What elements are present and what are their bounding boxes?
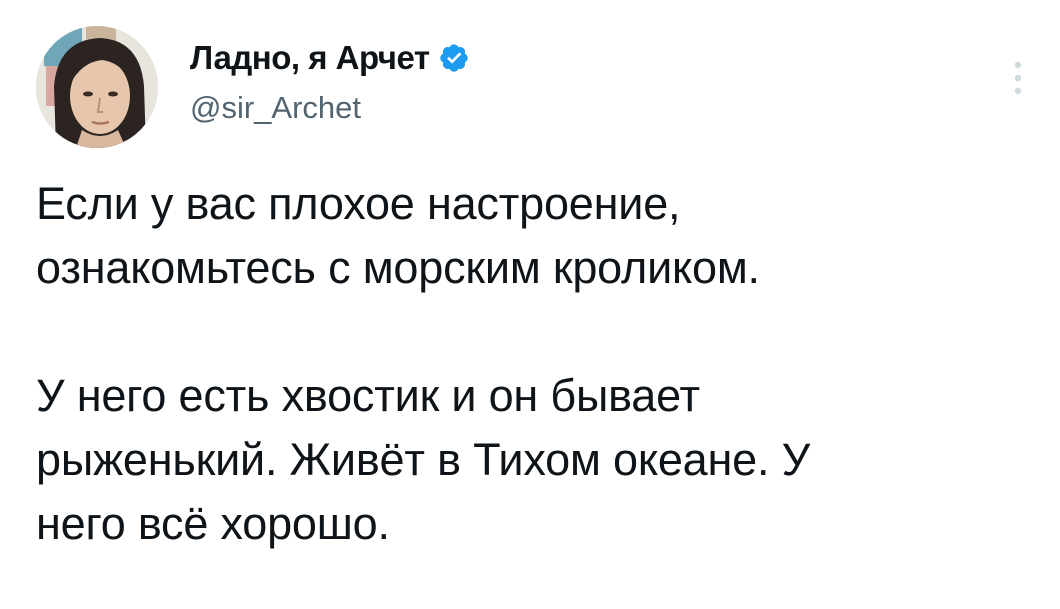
avatar-image [36,26,158,148]
tweet-paragraph: Если у вас плохое настроение, ознакомьте… [36,178,760,293]
tweet-paragraph: У него есть хвостик и он бывает рыженьки… [36,370,810,549]
avatar[interactable] [36,26,158,148]
tweet-card: Ладно, я Арчет @sir_Archet Если у вас пл… [0,0,1060,609]
more-vertical-icon[interactable] [1008,58,1028,98]
author-display-name[interactable]: Ладно, я Арчет [190,39,430,77]
author-name-row[interactable]: Ладно, я Арчет [190,36,470,80]
verified-badge-icon [438,42,470,74]
tweet-text: Если у вас плохое настроение, ознакомьте… [36,172,1026,556]
author-handle[interactable]: @sir_Archet [190,90,361,126]
